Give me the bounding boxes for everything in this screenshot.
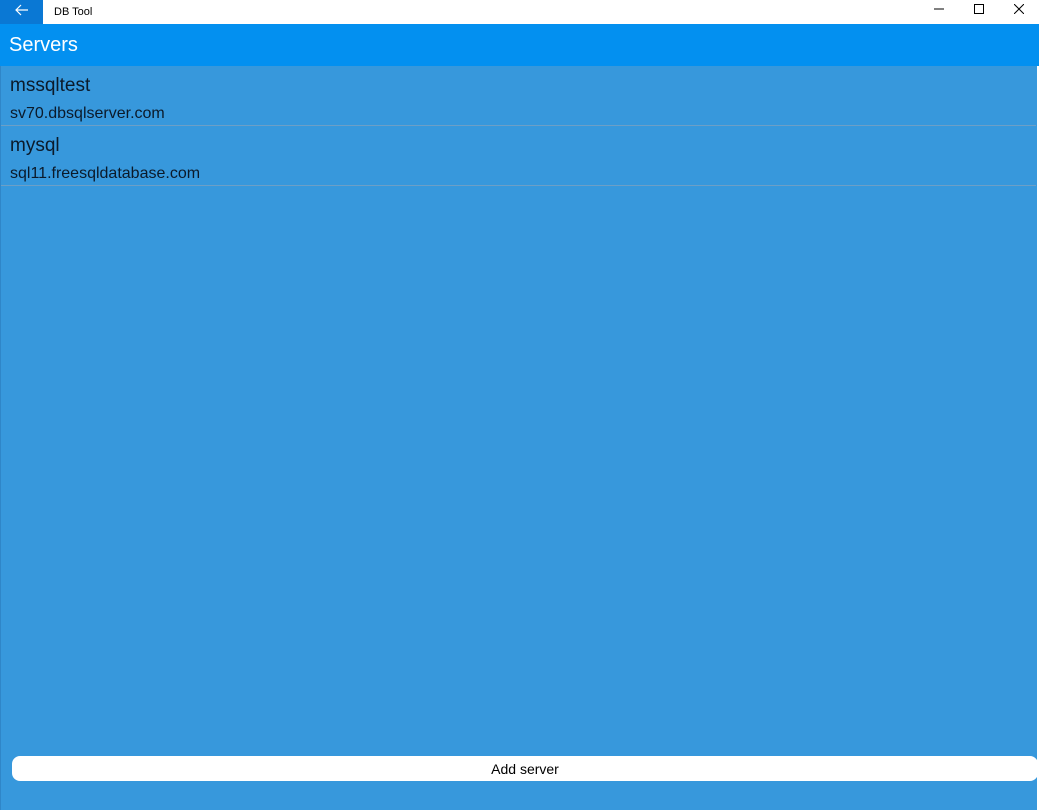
back-button[interactable]: [0, 0, 43, 24]
maximize-button[interactable]: [959, 0, 999, 20]
server-host: sv70.dbsqlserver.com: [10, 105, 165, 122]
add-server-button[interactable]: Add server: [12, 756, 1038, 781]
server-name: mssqltest: [10, 75, 91, 96]
window-controls: [919, 0, 1039, 24]
minimize-icon: [934, 1, 944, 19]
page-title: Servers: [9, 33, 78, 56]
close-button[interactable]: [999, 0, 1039, 20]
server-host: sql11.freesqldatabase.com: [10, 165, 201, 182]
minimize-button[interactable]: [919, 0, 959, 20]
server-name: mysql: [10, 135, 60, 156]
app-title: DB Tool: [54, 6, 93, 18]
server-item-mysql[interactable]: mysql sql11.freesqldatabase.com: [1, 126, 1036, 186]
title-bar: DB Tool: [0, 0, 1039, 24]
content-area: mssqltest sv70.dbsqlserver.com mysql sql…: [0, 66, 1038, 810]
page-header: Servers: [0, 24, 1039, 66]
maximize-icon: [974, 1, 984, 19]
app-window: DB Tool Servers mssqltest sv70.dbsqlserv…: [0, 0, 1039, 810]
server-item-mssqltest[interactable]: mssqltest sv70.dbsqlserver.com: [1, 66, 1036, 126]
server-list: mssqltest sv70.dbsqlserver.com mysql sql…: [1, 66, 1036, 186]
close-icon: [1013, 1, 1025, 19]
arrow-left-icon: [14, 3, 29, 21]
